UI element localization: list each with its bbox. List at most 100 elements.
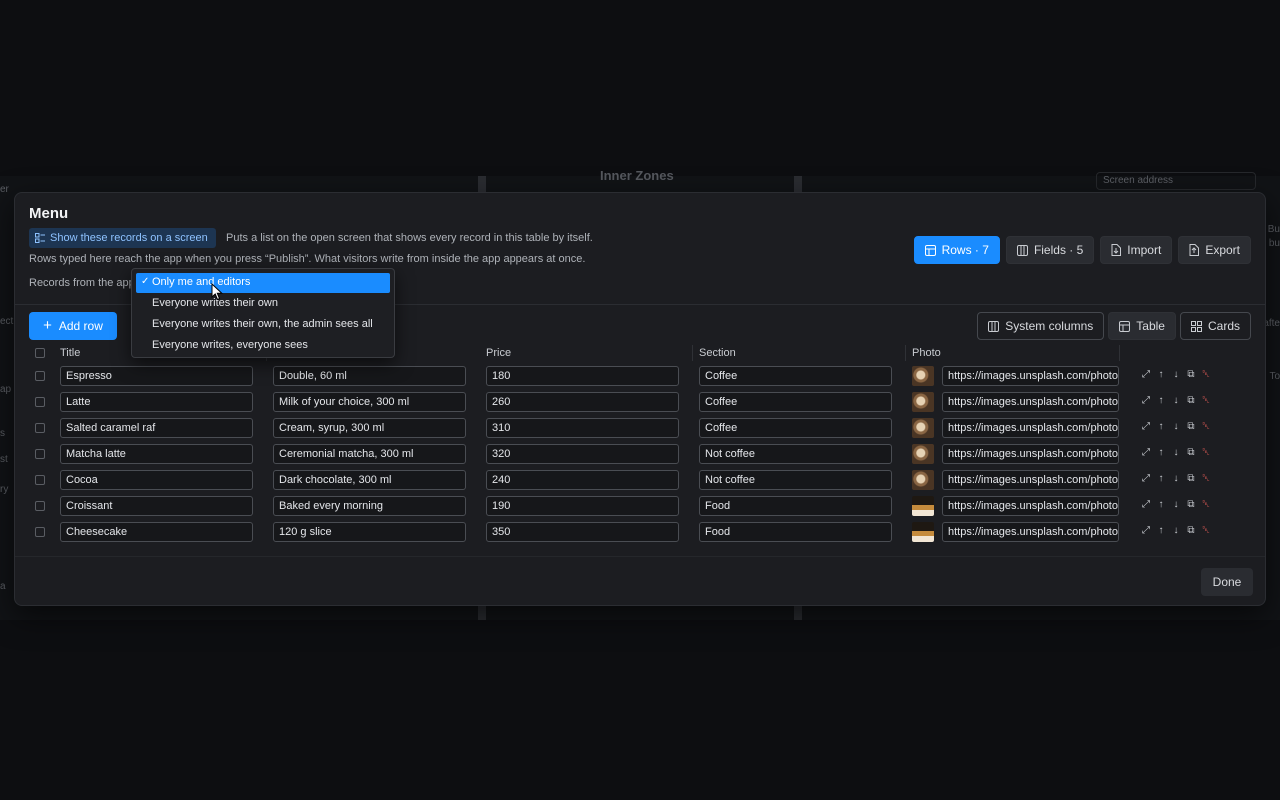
copy-icon[interactable]: ⧉: [1186, 370, 1196, 380]
arrow-down-icon[interactable]: ↓: [1171, 370, 1181, 380]
expand-icon[interactable]: ⤢: [1141, 526, 1151, 536]
row-checkbox[interactable]: [35, 397, 45, 407]
row-checkbox[interactable]: [35, 371, 45, 381]
arrow-down-icon[interactable]: ↓: [1171, 422, 1181, 432]
show-records-label: Show these records on a screen: [50, 232, 208, 244]
expand-icon[interactable]: ⤢: [1141, 396, 1151, 406]
title-field[interactable]: Latte: [60, 392, 253, 412]
dropdown-option-everyone-sees[interactable]: Everyone writes, everyone sees: [136, 336, 390, 356]
table-row: Cocoa Dark chocolate, 300 ml 240 Not coffee…: [29, 467, 1253, 493]
expand-icon[interactable]: ⤢: [1141, 448, 1151, 458]
dropdown-option-label: Only me and editors: [152, 276, 251, 288]
trash-icon[interactable]: ␡: [1201, 474, 1211, 484]
arrow-up-icon[interactable]: ↑: [1156, 474, 1166, 484]
title-field[interactable]: Espresso: [60, 366, 253, 386]
rows-tab-button[interactable]: Rows · 7: [913, 236, 1000, 264]
arrow-down-icon[interactable]: ↓: [1171, 526, 1181, 536]
section-field[interactable]: Not coffee: [699, 444, 892, 464]
fields-tab-button[interactable]: Fields · 5: [1005, 236, 1095, 264]
photo-url-field[interactable]: https://images.unsplash.com/photo: [942, 392, 1119, 412]
photo-url-field[interactable]: https://images.unsplash.com/photo: [942, 366, 1119, 386]
arrow-up-icon[interactable]: ↑: [1156, 500, 1166, 510]
title-field[interactable]: Matcha latte: [60, 444, 253, 464]
select-all-checkbox[interactable]: [35, 348, 45, 358]
expand-icon[interactable]: ⤢: [1141, 422, 1151, 432]
description-field[interactable]: Baked every morning: [273, 496, 466, 516]
price-field[interactable]: 260: [486, 392, 679, 412]
arrow-up-icon[interactable]: ↑: [1156, 422, 1166, 432]
expand-icon[interactable]: ⤢: [1141, 474, 1151, 484]
copy-icon[interactable]: ⧉: [1186, 526, 1196, 536]
price-field[interactable]: 310: [486, 418, 679, 438]
arrow-down-icon[interactable]: ↓: [1171, 474, 1181, 484]
trash-icon[interactable]: ␡: [1201, 500, 1211, 510]
export-button[interactable]: Export: [1178, 236, 1251, 264]
arrow-down-icon[interactable]: ↓: [1171, 500, 1181, 510]
photo-thumbnail: [912, 496, 934, 516]
photo-url-field[interactable]: https://images.unsplash.com/photo: [942, 522, 1119, 542]
arrow-down-icon[interactable]: ↓: [1171, 396, 1181, 406]
dropdown-option-everyone-writes-own[interactable]: Everyone writes their own: [136, 294, 390, 314]
price-field[interactable]: 240: [486, 470, 679, 490]
price-field[interactable]: 190: [486, 496, 679, 516]
description-field[interactable]: Cream, syrup, 300 ml: [273, 418, 466, 438]
copy-icon[interactable]: ⧉: [1186, 500, 1196, 510]
section-field[interactable]: Food: [699, 522, 892, 542]
dropdown-option-admin-sees-all[interactable]: Everyone writes their own, the admin see…: [136, 315, 390, 335]
title-field[interactable]: Croissant: [60, 496, 253, 516]
arrow-up-icon[interactable]: ↑: [1156, 396, 1166, 406]
photo-url-field[interactable]: https://images.unsplash.com/photo: [942, 496, 1119, 516]
dropdown-option-only-me-and-editors[interactable]: ✓ Only me and editors: [136, 273, 390, 293]
price-field[interactable]: 350: [486, 522, 679, 542]
arrow-up-icon[interactable]: ↑: [1156, 448, 1166, 458]
price-field[interactable]: 180: [486, 366, 679, 386]
description-field[interactable]: 120 g slice: [273, 522, 466, 542]
list-grid-icon: [35, 233, 45, 243]
expand-icon[interactable]: ⤢: [1141, 370, 1151, 380]
arrow-up-icon[interactable]: ↑: [1156, 370, 1166, 380]
import-button[interactable]: Import: [1100, 236, 1173, 264]
trash-icon[interactable]: ␡: [1201, 370, 1211, 380]
show-records-on-screen-button[interactable]: Show these records on a screen: [29, 228, 216, 248]
section-field[interactable]: Not coffee: [699, 470, 892, 490]
add-row-button[interactable]: + Add row: [29, 312, 117, 340]
photo-url-field[interactable]: https://images.unsplash.com/photo: [942, 418, 1119, 438]
row-checkbox[interactable]: [35, 423, 45, 433]
row-checkbox[interactable]: [35, 501, 45, 511]
arrow-down-icon[interactable]: ↓: [1171, 448, 1181, 458]
section-field[interactable]: Coffee: [699, 418, 892, 438]
cards-view-button[interactable]: Cards: [1179, 312, 1251, 340]
trash-icon[interactable]: ␡: [1201, 422, 1211, 432]
photo-url-field[interactable]: https://images.unsplash.com/photo: [942, 444, 1119, 464]
description-field[interactable]: Double, 60 ml: [273, 366, 466, 386]
trash-icon[interactable]: ␡: [1201, 448, 1211, 458]
background-left-panel: er ect ap s st ry a: [0, 176, 14, 620]
description-field[interactable]: Milk of your choice, 300 ml: [273, 392, 466, 412]
title-field[interactable]: Cheesecake: [60, 522, 253, 542]
title-field[interactable]: Cocoa: [60, 470, 253, 490]
table-view-button[interactable]: Table: [1108, 312, 1176, 340]
row-checkbox[interactable]: [35, 475, 45, 485]
section-field[interactable]: Coffee: [699, 366, 892, 386]
description-field[interactable]: Ceremonial matcha, 300 ml: [273, 444, 466, 464]
copy-icon[interactable]: ⧉: [1186, 422, 1196, 432]
section-field[interactable]: Coffee: [699, 392, 892, 412]
section-field[interactable]: Food: [699, 496, 892, 516]
price-field[interactable]: 320: [486, 444, 679, 464]
description-field[interactable]: Dark chocolate, 300 ml: [273, 470, 466, 490]
copy-icon[interactable]: ⧉: [1186, 448, 1196, 458]
expand-icon[interactable]: ⤢: [1141, 500, 1151, 510]
photo-url-field[interactable]: https://images.unsplash.com/photo: [942, 470, 1119, 490]
row-checkbox[interactable]: [35, 449, 45, 459]
copy-icon[interactable]: ⧉: [1186, 474, 1196, 484]
done-button[interactable]: Done: [1201, 568, 1253, 596]
trash-icon[interactable]: ␡: [1201, 396, 1211, 406]
show-records-description: Puts a list on the open screen that show…: [226, 232, 593, 244]
system-columns-button[interactable]: System columns: [977, 312, 1105, 340]
copy-icon[interactable]: ⧉: [1186, 396, 1196, 406]
row-checkbox[interactable]: [35, 527, 45, 537]
footer-divider: [15, 556, 1265, 557]
arrow-up-icon[interactable]: ↑: [1156, 526, 1166, 536]
trash-icon[interactable]: ␡: [1201, 526, 1211, 536]
title-field[interactable]: Salted caramel raf: [60, 418, 253, 438]
